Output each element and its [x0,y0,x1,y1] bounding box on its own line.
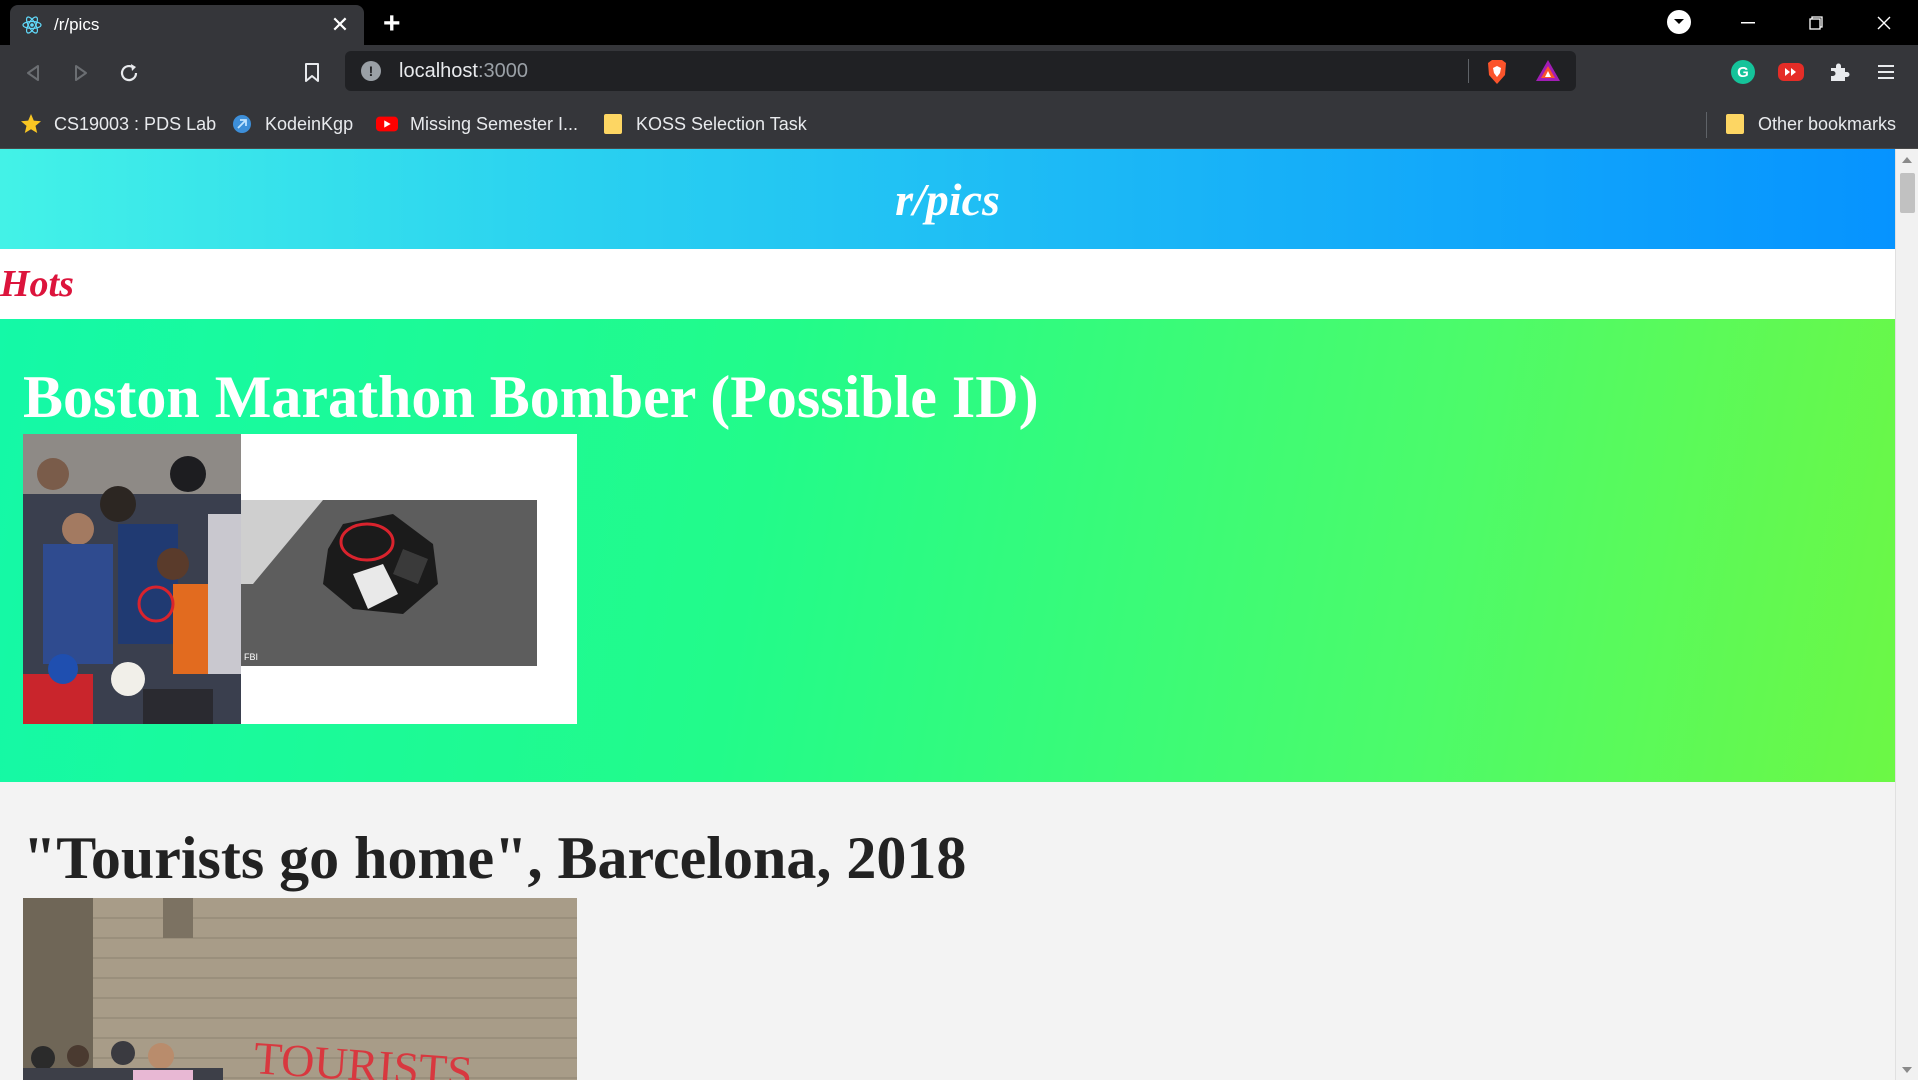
bookmark-missing-semester[interactable]: Missing Semester I... [376,108,578,140]
bookmark-label: Missing Semester I... [410,113,579,134]
other-bookmarks[interactable]: Other bookmarks [1724,108,1896,140]
post-image[interactable]: TOURISTS [23,898,577,1080]
image-caption: FBI [244,652,258,662]
menu-icon[interactable] [1871,57,1901,87]
restore-icon[interactable] [1782,0,1850,45]
site-info-icon[interactable]: ! [361,61,381,81]
bookmark-koss-task[interactable]: KOSS Selection Task [602,108,807,140]
bookmark-icon[interactable] [296,57,328,89]
extensions-icon[interactable] [1824,57,1854,87]
site-header: r/pics [0,149,1895,249]
folder-icon [1724,113,1746,135]
bookmarks-divider [1706,112,1707,138]
browser-toolbar: ! localhost:3000 G [0,45,1918,100]
url-text: localhost:3000 [399,59,528,82]
folder-icon [602,113,624,135]
tab-search-icon[interactable] [1667,10,1691,34]
page-scrollbar[interactable] [1895,149,1918,1080]
bookmark-label: KOSS Selection Task [636,113,807,134]
bookmarks-bar: CS19003 : PDS Lab KodeinKgp Missing Seme… [0,100,1918,149]
minimize-icon[interactable] [1714,0,1782,45]
scroll-thumb[interactable] [1900,173,1915,213]
react-icon [22,16,42,34]
forward-icon[interactable] [65,57,97,89]
svg-text:G: G [1737,64,1749,81]
star-icon [20,113,42,135]
section-bar [0,249,1895,319]
post-card[interactable]: "Tourists go home", Barcelona, 2018 TOUR… [0,782,1895,1080]
post-card[interactable]: Boston Marathon Bomber (Possible ID) FBI [0,319,1895,782]
bookmark-kodeinkgp[interactable]: KodeinKgp [231,108,353,140]
site-title: r/pics [895,173,1000,225]
brave-shield-icon[interactable] [1485,59,1509,90]
browser-tab[interactable]: /r/pics ✕ [10,5,364,45]
bookmark-pds-lab[interactable]: CS19003 : PDS Lab [20,108,216,140]
address-bar[interactable]: ! localhost:3000 [345,51,1576,91]
bookmark-label: CS19003 : PDS Lab [54,113,217,134]
bookmark-label: KodeinKgp [265,113,354,134]
omnibox-divider [1468,59,1469,83]
page-viewport[interactable]: r/pics Hots Boston Marathon Bomber (Poss… [0,149,1918,1080]
post-title[interactable]: Boston Marathon Bomber (Possible ID) [23,363,1039,432]
section-title: Hots [0,263,74,305]
post-image[interactable]: FBI [23,434,577,724]
close-window-icon[interactable] [1850,0,1918,45]
other-bookmarks-label: Other bookmarks [1758,113,1897,134]
tab-title: /r/pics [54,15,100,34]
brave-rewards-icon[interactable] [1535,59,1561,88]
close-tab-icon[interactable]: ✕ [328,12,352,38]
back-icon[interactable] [17,57,49,89]
youtube-icon [376,113,398,135]
new-tab-icon[interactable]: + [383,7,401,41]
browser-titlebar: /r/pics ✕ + [0,0,1918,45]
reload-icon[interactable] [113,57,145,89]
video-speed-icon[interactable] [1776,57,1806,87]
post-title[interactable]: "Tourists go home", Barcelona, 2018 [23,824,966,893]
scroll-down-icon[interactable] [1902,1067,1912,1073]
grammarly-icon[interactable]: G [1728,57,1758,87]
scroll-up-icon[interactable] [1902,157,1912,163]
kodeinkgp-icon [231,113,253,135]
